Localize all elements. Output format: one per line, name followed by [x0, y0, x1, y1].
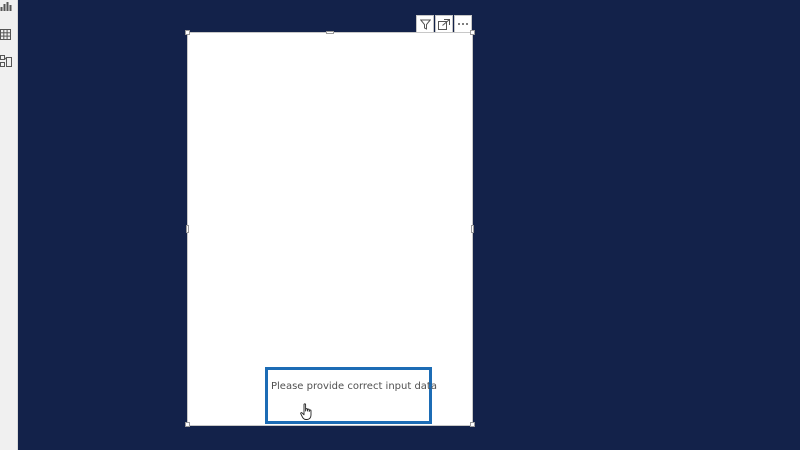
- error-message-box: Please provide correct input data: [265, 367, 437, 424]
- resize-handle-left[interactable]: [186, 225, 189, 233]
- hand-pointer-cursor-icon: [300, 403, 314, 421]
- focus-mode-button[interactable]: [435, 15, 453, 33]
- report-icon[interactable]: [0, 2, 12, 14]
- resize-handle-top-left[interactable]: [185, 30, 190, 35]
- visual-header: [416, 15, 472, 33]
- filter-icon: [419, 19, 431, 30]
- resize-handle-top-right[interactable]: [470, 30, 475, 35]
- resize-handle-bottom-left[interactable]: [185, 422, 190, 427]
- error-message: Please provide correct input data: [271, 381, 437, 392]
- resize-handle-top[interactable]: [326, 31, 334, 34]
- resize-handle-right[interactable]: [471, 225, 474, 233]
- filter-button[interactable]: [416, 15, 434, 33]
- model-icon[interactable]: [0, 55, 12, 67]
- table-icon[interactable]: [0, 29, 12, 41]
- resize-handle-bottom-right[interactable]: [470, 422, 475, 427]
- more-options-icon: [457, 22, 469, 26]
- focus-mode-icon: [438, 18, 450, 30]
- view-switcher-rail: [0, 0, 18, 450]
